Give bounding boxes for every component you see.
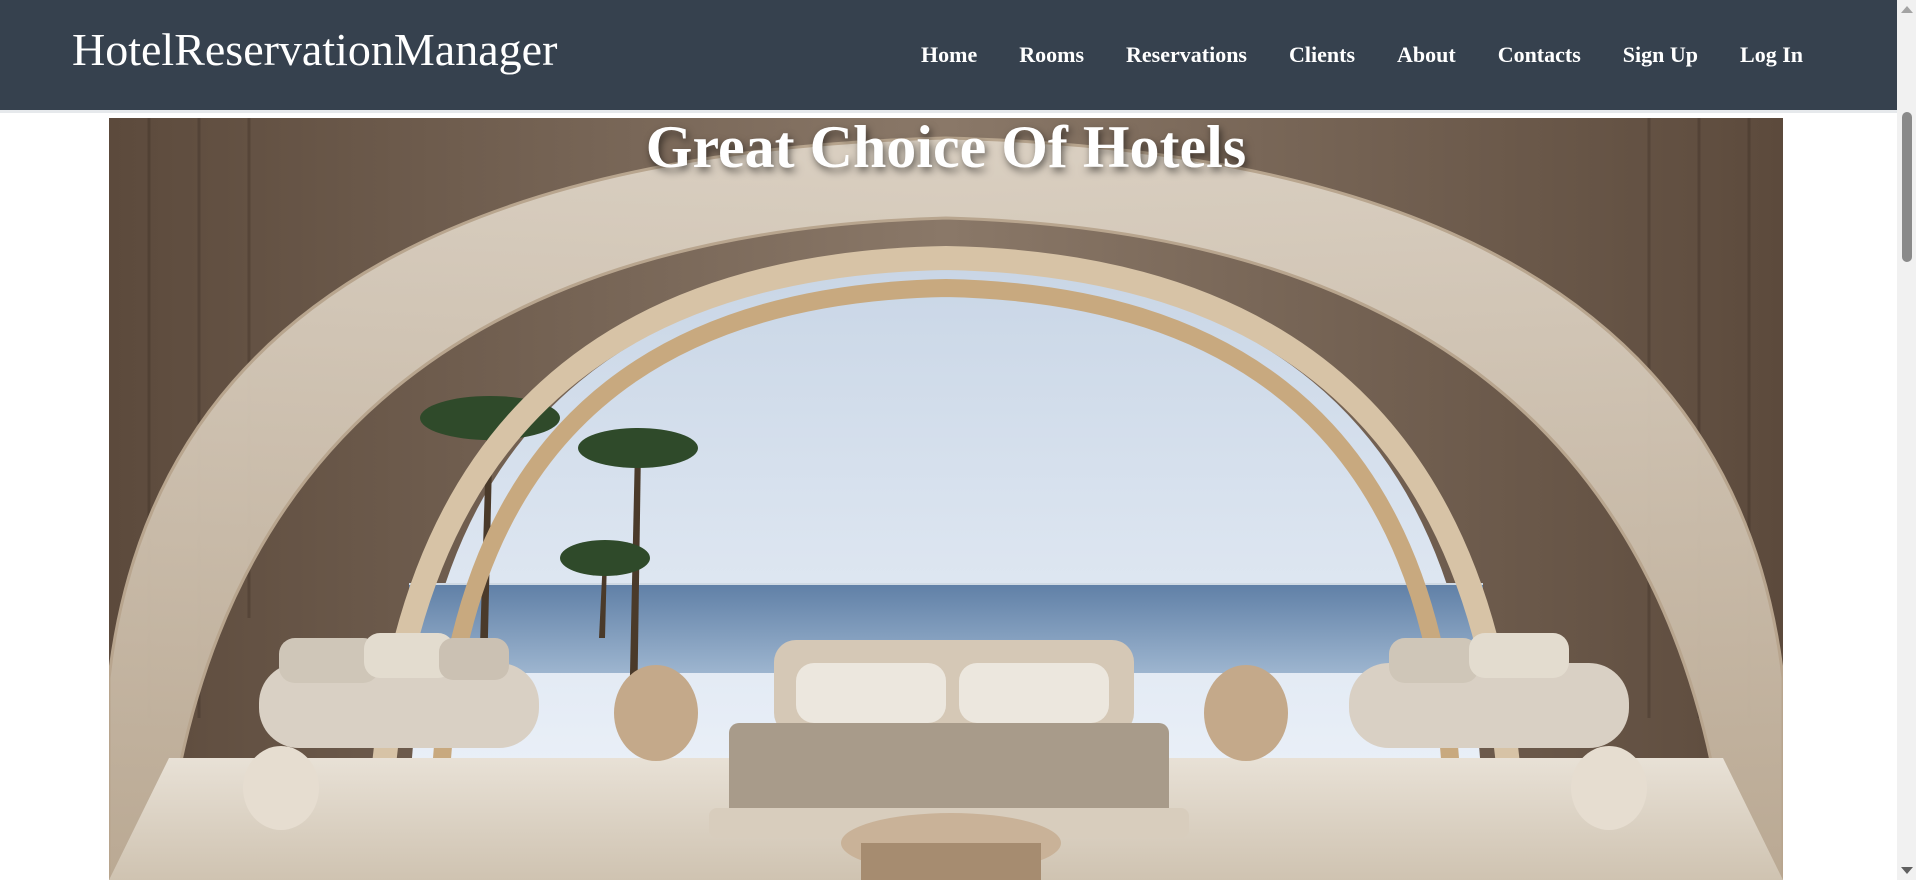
nav-link-contacts[interactable]: Contacts [1477, 38, 1602, 72]
nav-link-about[interactable]: About [1376, 38, 1477, 72]
nav-link-reservations[interactable]: Reservations [1105, 38, 1268, 72]
nav-item-sign-up: Sign Up [1602, 38, 1719, 72]
hero-banner: Great Choice Of Hotels [109, 118, 1783, 880]
main-nav: Home Rooms Reservations Clients About Co… [900, 38, 1824, 72]
page-scrollbar[interactable] [1897, 0, 1916, 880]
nav-link-log-in[interactable]: Log In [1719, 38, 1824, 72]
nav-item-reservations: Reservations [1105, 38, 1268, 72]
scroll-up-arrow-icon[interactable] [1901, 6, 1913, 13]
brand-logo-text[interactable]: HotelReservationManager [72, 20, 557, 80]
nav-link-sign-up[interactable]: Sign Up [1602, 38, 1719, 72]
top-navbar: HotelReservationManager Home Rooms Reser… [0, 0, 1897, 113]
nav-item-home: Home [900, 38, 998, 72]
nav-link-home[interactable]: Home [900, 38, 998, 72]
scroll-down-arrow-icon[interactable] [1901, 867, 1913, 874]
hero-title: Great Choice Of Hotels [645, 118, 1247, 180]
nav-item-contacts: Contacts [1477, 38, 1602, 72]
nav-item-about: About [1376, 38, 1477, 72]
nav-item-clients: Clients [1268, 38, 1376, 72]
nav-item-rooms: Rooms [998, 38, 1105, 72]
nav-link-rooms[interactable]: Rooms [998, 38, 1105, 72]
scrollbar-thumb[interactable] [1902, 112, 1912, 262]
nav-link-clients[interactable]: Clients [1268, 38, 1376, 72]
hero-image [109, 118, 1783, 880]
nav-item-log-in: Log In [1719, 38, 1824, 72]
